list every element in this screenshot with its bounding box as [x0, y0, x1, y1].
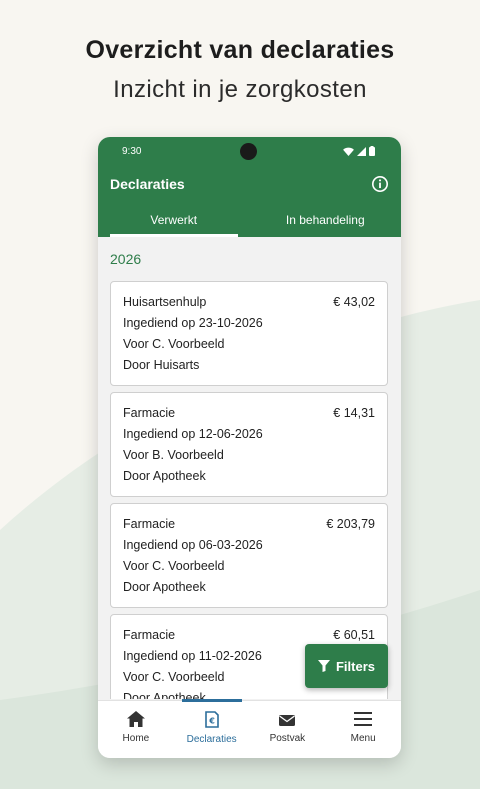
claim-for: Voor B. Voorbeeld	[123, 448, 224, 462]
claim-card[interactable]: Farmacie € 14,31 Ingediend op 12-06-2026…	[110, 392, 388, 497]
status-time: 9:30	[122, 146, 142, 157]
claim-submitted: Ingediend op 23-10-2026	[123, 316, 263, 330]
status-icons	[343, 146, 375, 156]
claim-by: Door Huisarts	[123, 358, 200, 372]
claim-by: Door Apotheek	[123, 691, 206, 699]
nav-postvak-label: Postvak	[269, 733, 306, 744]
claim-card[interactable]: Farmacie € 203,79 Ingediend op 06-03-202…	[110, 503, 388, 608]
year-header: 2026	[110, 251, 142, 267]
battery-icon	[369, 146, 375, 156]
mail-icon	[279, 715, 296, 726]
camera-cutout	[240, 143, 257, 160]
filter-icon	[317, 660, 330, 672]
nav-declaraties[interactable]: € Declaraties	[174, 699, 250, 758]
promo-headline: Overzicht van declaraties	[85, 36, 395, 64]
nav-menu[interactable]: Menu	[325, 701, 401, 758]
bottom-navigation: Home € Declaraties Postvak Menu	[98, 699, 401, 758]
nav-home-label: Home	[122, 733, 150, 744]
app-title: Declaraties	[110, 176, 185, 192]
claim-by: Door Apotheek	[123, 469, 206, 483]
nav-home[interactable]: Home	[98, 701, 174, 758]
phone-frame: 9:30 Declaraties Verwerkt In behandeling…	[98, 137, 401, 758]
claims-list[interactable]: 2026 Huisartsenhulp € 43,02 Ingediend op…	[98, 237, 401, 699]
wifi-icon	[343, 147, 354, 156]
claim-card[interactable]: Huisartsenhulp € 43,02 Ingediend op 23-1…	[110, 281, 388, 386]
tab-bar: Verwerkt In behandeling	[98, 209, 401, 237]
claim-amount: € 60,51	[333, 628, 375, 642]
receipt-euro-icon: €	[204, 711, 219, 728]
promo-subline: Inzicht in je zorgkosten	[113, 76, 367, 103]
tab-in-behandeling[interactable]: In behandeling	[250, 209, 402, 237]
claim-by: Door Apotheek	[123, 580, 206, 594]
claim-submitted: Ingediend op 06-03-2026	[123, 538, 263, 552]
tab-verwerkt[interactable]: Verwerkt	[98, 209, 250, 237]
svg-text:€: €	[208, 717, 215, 726]
nav-declaraties-label: Declaraties	[186, 734, 237, 745]
nav-postvak[interactable]: Postvak	[250, 701, 326, 758]
claim-for: Voor C. Voorbeeld	[123, 559, 225, 573]
claim-amount: € 14,31	[333, 406, 375, 420]
signal-icon	[357, 146, 366, 156]
info-icon[interactable]	[371, 175, 389, 193]
nav-menu-label: Menu	[350, 733, 376, 744]
filters-button[interactable]: Filters	[305, 644, 388, 688]
claim-amount: € 43,02	[333, 295, 375, 309]
menu-icon	[354, 712, 373, 726]
claim-amount: € 203,79	[326, 517, 375, 531]
app-bar: 9:30 Declaraties Verwerkt In behandeling	[98, 137, 401, 237]
claim-submitted: Ingediend op 12-06-2026	[123, 427, 263, 441]
claim-for: Voor C. Voorbeeld	[123, 337, 225, 351]
filters-label: Filters	[335, 658, 375, 674]
home-icon	[126, 711, 145, 727]
